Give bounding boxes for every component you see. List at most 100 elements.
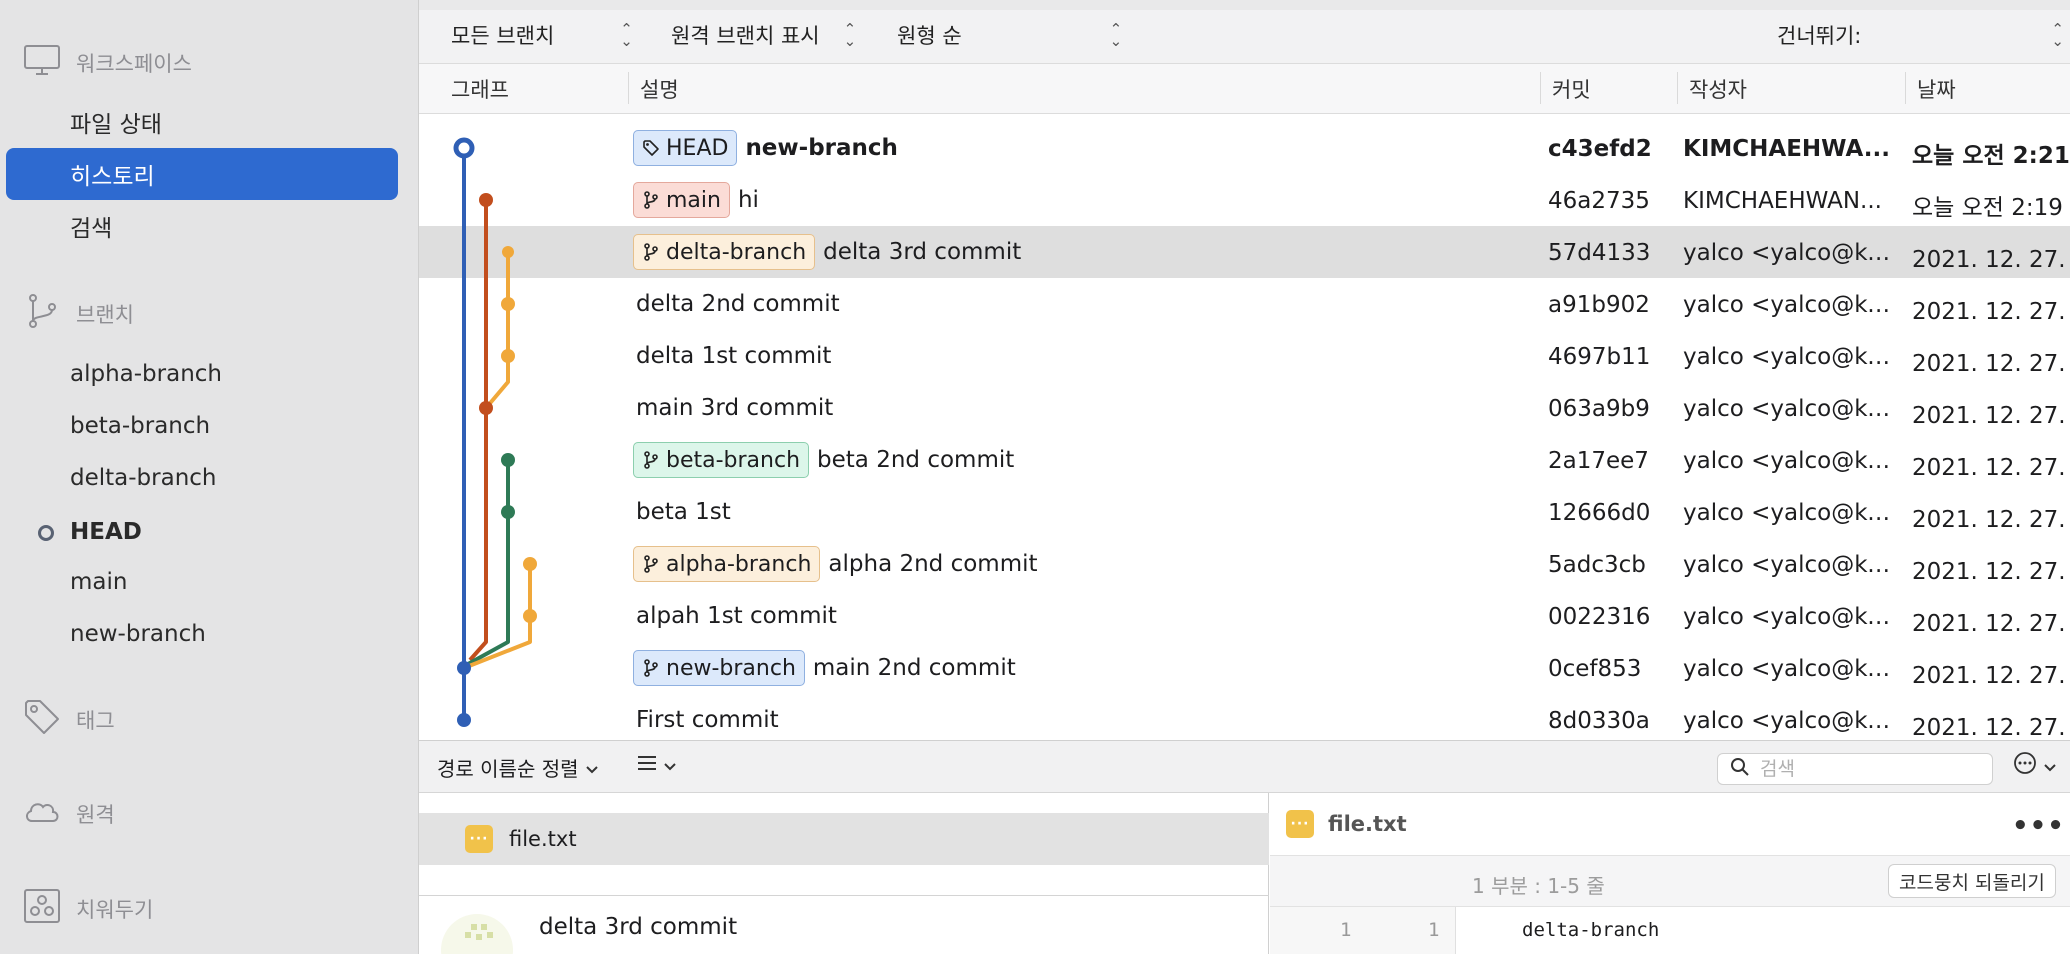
sidebar-item-alpha-branch[interactable]: alpha-branch	[6, 348, 398, 400]
commit-row[interactable]: delta 2nd commit a91b902 yalco <yalco@ka..…	[419, 278, 2070, 330]
graph-commit-node[interactable]	[501, 453, 515, 467]
branch-label[interactable]: new-branch	[633, 650, 805, 686]
sidebar-item-label: new-branch	[70, 621, 206, 647]
graph-commit-node[interactable]	[479, 193, 493, 207]
commit-row[interactable]: First commit 8d0330a yalco <yalco@ka... 202…	[419, 694, 2070, 746]
sidebar-section-stashes[interactable]: 치워두기	[22, 886, 153, 931]
sidebar-section-remotes[interactable]: 원격	[22, 791, 115, 836]
commit-row[interactable]: main 3rd commit 063a9b9 yalco <yalco@ka...…	[419, 382, 2070, 434]
diff-line: 1 1 delta-branch	[1270, 907, 2070, 954]
sidebar-item-label: 검색	[70, 216, 113, 242]
sidebar-item-file-status[interactable]: 파일 상태	[6, 96, 398, 148]
graph-commit-node[interactable]	[479, 401, 493, 415]
commit-hash: 4697b11	[1548, 344, 1651, 370]
sidebar-item-history[interactable]: 히스토리	[6, 148, 398, 200]
graph-commit-node[interactable]	[502, 246, 514, 258]
commit-row[interactable]: HEAD new-branch c43efd2 KIMCHAEHWA... 오늘 오전 …	[419, 122, 2070, 174]
sidebar-section-label: 워크스페이스	[76, 51, 192, 76]
sidebar-section-branches[interactable]: 브랜치	[22, 291, 134, 336]
column-header-date[interactable]: 날짜	[1905, 74, 1956, 104]
graph-commit-head-node[interactable]	[453, 137, 475, 159]
commit-message: delta 2nd commit	[636, 291, 840, 317]
changed-file-row[interactable]: ··· file.txt	[419, 813, 1269, 865]
sidebar-item-beta-branch[interactable]: beta-branch	[6, 400, 398, 452]
ellipsis-circle-icon	[2013, 751, 2037, 780]
commit-author: yalco <yalco@ka...	[1683, 604, 1893, 630]
sidebar-item-search[interactable]: 검색	[6, 200, 398, 252]
search-field[interactable]	[1717, 753, 1993, 785]
commit-summary-message: delta 3rd commit	[539, 914, 738, 940]
commit-description: alpah 1st commit	[636, 598, 837, 634]
commit-row[interactable]: delta 1st commit 4697b11 yalco <yalco@ka..…	[419, 330, 2070, 382]
branch-filter-value: 모든 브랜치	[451, 24, 555, 48]
search-input[interactable]	[1760, 758, 1960, 780]
jump-to-label: 건너뛰기:	[1777, 24, 1862, 48]
jump-to-select[interactable]: 건너뛰기: ⌃ ⌄	[1777, 20, 2064, 50]
graph-commit-node[interactable]	[501, 297, 515, 311]
commit-row[interactable]: new-branch main 2nd commit 0cef853 yalco <y…	[419, 642, 2070, 694]
commit-hash: 0cef853	[1548, 656, 1642, 682]
graph-commit-node[interactable]	[457, 713, 471, 727]
commit-date: 2021. 12. 27. 오	[1912, 715, 2070, 741]
sidebar-section-workspace[interactable]: 워크스페이스	[22, 40, 192, 85]
chevron-down-icon	[585, 756, 599, 780]
commit-row[interactable]: delta-branch delta 3rd commit 57d4133 yalco…	[419, 226, 2070, 278]
commit-row[interactable]: beta 1st 12666d0 yalco <yalco@ka... 2021. 1…	[419, 486, 2070, 538]
branch-label[interactable]: delta-branch	[633, 234, 816, 270]
branch-icon	[642, 451, 660, 469]
column-header-commit[interactable]: 커밋	[1540, 74, 1591, 104]
sidebar-section-label: 치워두기	[76, 897, 154, 922]
commit-date: 2021. 12. 27. 오	[1912, 559, 2070, 585]
graph-commit-node[interactable]	[457, 661, 471, 675]
commit-author: KIMCHAEHWAN...	[1683, 188, 1882, 214]
ref-name: HEAD	[666, 135, 729, 161]
commit-row[interactable]: alpha-branch alpha 2nd commit 5adc3cb yalco…	[419, 538, 2070, 590]
commit-description: beta 1st	[636, 494, 731, 530]
commit-message: new-branch	[745, 135, 898, 161]
more-actions-icon[interactable]: •••	[2012, 811, 2065, 841]
commit-hash: 57d4133	[1548, 240, 1651, 266]
graph-line-alpha-branch	[463, 564, 532, 670]
file-list-toolbar: 경로 이름순 정렬	[419, 740, 2070, 793]
graph-commit-node[interactable]	[523, 609, 537, 623]
branch-filter-select[interactable]: 모든 브랜치 ⌃ ⌄	[451, 20, 633, 50]
branch-icon	[642, 659, 660, 677]
column-header-graph[interactable]: 그래프	[439, 74, 509, 104]
column-header-row: 그래프 설명 커밋 작성자 날짜	[419, 64, 2070, 114]
chevron-down-icon	[663, 753, 677, 777]
sidebar-item-head[interactable]: HEAD	[6, 506, 398, 558]
graph-commit-node[interactable]	[523, 557, 537, 571]
sidebar-item-new-branch[interactable]: new-branch	[6, 608, 398, 660]
graph-commit-node[interactable]	[501, 349, 515, 363]
commit-row[interactable]: main hi 46a2735 KIMCHAEHWAN... 오늘 오전 2:19	[419, 174, 2070, 226]
head-tag-label[interactable]: HEAD	[633, 130, 738, 166]
branch-label[interactable]: beta-branch	[633, 442, 810, 478]
branch-label[interactable]: main	[633, 182, 730, 218]
commit-hash: 5adc3cb	[1548, 552, 1646, 578]
sidebar-section-tags[interactable]: 태그	[22, 697, 115, 742]
view-mode-dropdown[interactable]	[637, 753, 677, 777]
commit-hash: 063a9b9	[1548, 396, 1650, 422]
order-filter-select[interactable]: 원형 순 ⌃ ⌄	[897, 20, 1122, 50]
graph-commit-node[interactable]	[501, 505, 515, 519]
column-header-author[interactable]: 작성자	[1677, 74, 1747, 104]
branch-icon	[22, 291, 62, 336]
commit-date: 2021. 12. 27. 오	[1912, 247, 2070, 273]
list-icon	[637, 753, 657, 777]
commit-message: hi	[737, 187, 759, 213]
column-header-description[interactable]: 설명	[628, 74, 679, 104]
discard-hunk-button[interactable]: 코드뭉치 되돌리기	[1888, 864, 2056, 898]
remote-filter-select[interactable]: 원격 브랜치 표시 ⌃ ⌄	[671, 20, 856, 50]
commit-row[interactable]: beta-branch beta 2nd commit 2a17ee7 yalco <…	[419, 434, 2070, 486]
sidebar-item-label: alpha-branch	[70, 361, 223, 387]
stash-icon	[22, 886, 62, 931]
diff-pane: ··· file.txt ••• 1 부분 : 1-5 줄 코드뭉치 되돌리기 …	[1270, 793, 2070, 954]
sort-order-dropdown[interactable]: 경로 이름순 정렬	[437, 753, 599, 782]
sidebar-item-delta-branch[interactable]: delta-branch	[6, 452, 398, 504]
commit-date: 오늘 오전 2:21	[1912, 143, 2070, 169]
commit-row[interactable]: alpah 1st commit 0022316 yalco <yalco@ka..…	[419, 590, 2070, 642]
sidebar-item-main[interactable]: main	[6, 556, 398, 608]
more-options-dropdown[interactable]	[2013, 751, 2057, 780]
diff-line-text: delta-branch	[1522, 919, 1660, 941]
branch-label[interactable]: alpha-branch	[633, 546, 821, 582]
